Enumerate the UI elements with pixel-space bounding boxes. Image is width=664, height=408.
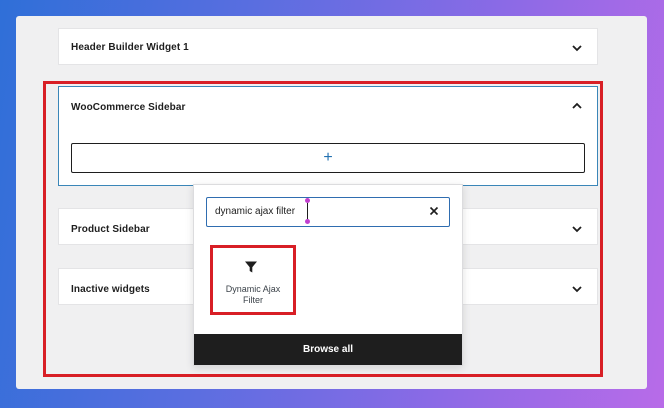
chevron-up-icon[interactable]	[571, 100, 583, 112]
widget-area-woocommerce-sidebar[interactable]: WooCommerce Sidebar +	[58, 86, 598, 186]
block-inserter-popover: dynamic ajax filter Dynamic Ajax Filter …	[193, 184, 463, 366]
chevron-down-icon[interactable]	[571, 283, 583, 295]
plus-icon: +	[323, 149, 333, 166]
chevron-down-icon[interactable]	[571, 42, 583, 54]
widget-area-title: WooCommerce Sidebar	[71, 102, 186, 113]
selection-handle-bottom[interactable]	[305, 219, 310, 224]
widget-area-header-builder[interactable]: Header Builder Widget 1	[58, 28, 598, 65]
block-result-dynamic-ajax-filter[interactable]: Dynamic Ajax Filter	[210, 245, 296, 315]
search-input-value: dynamic ajax filter	[215, 206, 296, 217]
add-block-button[interactable]: +	[71, 143, 585, 173]
filter-funnel-icon	[244, 260, 258, 274]
widget-area-title: Product Sidebar	[71, 224, 150, 235]
browse-all-button[interactable]: Browse all	[194, 334, 462, 365]
widget-area-title: Inactive widgets	[71, 284, 150, 295]
widget-area-title: Header Builder Widget 1	[71, 42, 189, 53]
close-icon[interactable]	[429, 206, 439, 216]
block-result-label: Dynamic Ajax Filter	[225, 284, 281, 305]
text-cursor	[305, 198, 310, 224]
selection-handle-top[interactable]	[305, 198, 310, 203]
chevron-down-icon[interactable]	[571, 223, 583, 235]
block-search-input[interactable]: dynamic ajax filter	[206, 197, 450, 227]
